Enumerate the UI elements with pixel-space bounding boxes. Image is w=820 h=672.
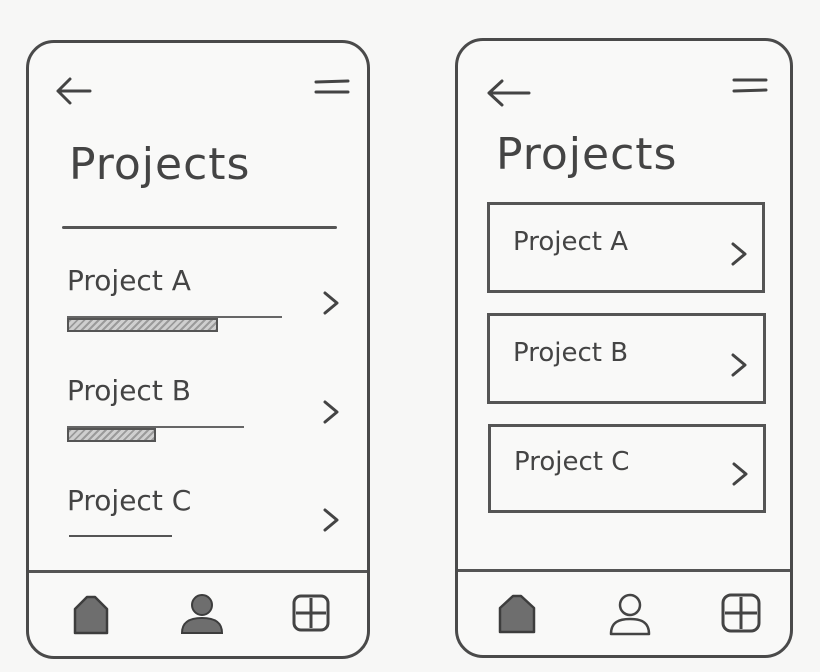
progress-bar <box>67 428 156 442</box>
page-title: Projects <box>496 129 678 180</box>
chevron-right-icon <box>322 507 340 533</box>
project-card[interactable]: Project A <box>487 202 765 293</box>
chevron-right-icon <box>322 399 340 425</box>
project-row[interactable]: Project A <box>29 253 367 353</box>
project-label: Project A <box>67 264 191 297</box>
project-row[interactable]: Project C <box>29 473 367 573</box>
project-card[interactable]: Project C <box>488 424 766 513</box>
bottom-nav <box>29 570 367 656</box>
progress-bar <box>67 318 218 332</box>
grid-icon[interactable] <box>720 592 762 634</box>
chevron-right-icon <box>730 352 748 378</box>
home-icon[interactable] <box>496 592 538 634</box>
bottom-nav <box>458 569 790 655</box>
chevron-right-icon <box>731 461 749 487</box>
profile-icon[interactable] <box>179 593 225 635</box>
home-icon[interactable] <box>71 593 111 635</box>
page-title: Projects <box>69 139 251 190</box>
back-arrow-icon[interactable] <box>485 77 531 109</box>
title-divider <box>62 226 337 229</box>
chevron-right-icon <box>322 290 340 316</box>
phone-screen-list: Projects Project A Project B Project C <box>26 40 370 659</box>
project-label: Project C <box>514 447 630 477</box>
project-label: Project A <box>513 227 629 257</box>
grid-icon[interactable] <box>291 593 331 633</box>
project-label: Project B <box>513 338 629 368</box>
project-underline <box>69 535 172 537</box>
phone-screen-cards: Projects Project A Project B Project C <box>455 38 793 658</box>
back-arrow-icon[interactable] <box>54 76 92 106</box>
menu-icon[interactable] <box>731 77 769 95</box>
project-label: Project B <box>67 374 191 407</box>
profile-icon[interactable] <box>608 592 652 636</box>
project-card[interactable]: Project B <box>487 313 766 404</box>
menu-icon[interactable] <box>313 78 351 96</box>
chevron-right-icon <box>730 241 748 267</box>
project-row[interactable]: Project B <box>29 363 367 463</box>
project-label: Project C <box>67 484 192 517</box>
